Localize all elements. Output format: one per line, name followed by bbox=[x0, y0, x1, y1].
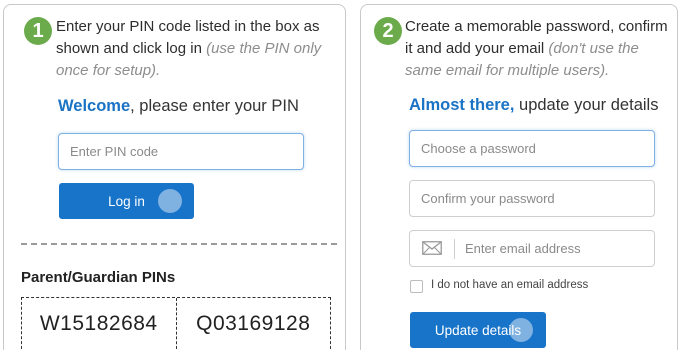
welcome-heading: Welcome, please enter your PIN bbox=[58, 97, 299, 116]
confirm-password-input[interactable]: Confirm your password bbox=[409, 180, 655, 217]
envelope-icon bbox=[422, 241, 442, 255]
email-placeholder: Enter email address bbox=[465, 241, 581, 256]
welcome-heading-text: , please enter your PIN bbox=[130, 97, 299, 115]
confirm-password-placeholder: Confirm your password bbox=[421, 191, 555, 206]
welcome-heading-accent: Welcome bbox=[58, 97, 131, 115]
pin-cell: W15182684 bbox=[39, 311, 158, 335]
pin-code-input[interactable]: Enter PIN code bbox=[58, 133, 304, 170]
mouse-cursor-indicator bbox=[509, 318, 533, 342]
no-email-label: I do not have an email address bbox=[431, 279, 589, 291]
choose-password-input[interactable]: Choose a password bbox=[409, 130, 655, 167]
choose-password-placeholder: Choose a password bbox=[421, 141, 536, 156]
section-divider bbox=[21, 243, 337, 245]
no-email-checkbox[interactable] bbox=[410, 280, 423, 293]
login-button-label: Log in bbox=[108, 193, 145, 209]
mouse-cursor-indicator bbox=[158, 189, 182, 213]
login-button[interactable]: Log in bbox=[59, 183, 194, 219]
update-details-panel: 2 Create a memorable password, confirm i… bbox=[360, 4, 678, 350]
pin-code-placeholder: Enter PIN code bbox=[70, 144, 159, 159]
step-2-instructions: Create a memorable password, confirm it … bbox=[405, 16, 673, 82]
pins-section-title: Parent/Guardian PINs bbox=[21, 269, 176, 286]
almost-there-heading: Almost there, update your details bbox=[409, 96, 658, 115]
step-1-badge: 1 bbox=[24, 17, 52, 45]
update-details-button[interactable]: Update details bbox=[410, 312, 546, 348]
pin-cell: Q03169128 bbox=[175, 298, 331, 349]
almost-there-accent: Almost there, bbox=[409, 96, 515, 114]
email-input[interactable]: Enter email address bbox=[409, 230, 655, 267]
step-2-badge: 2 bbox=[374, 17, 402, 45]
pin-table: W15182684 Q03169128 bbox=[21, 297, 331, 349]
almost-there-text: update your details bbox=[514, 96, 659, 114]
step-1-instructions: Enter your PIN code listed in the box as… bbox=[56, 16, 338, 82]
email-icon-divider bbox=[454, 239, 455, 259]
pin-login-panel: 1 Enter your PIN code listed in the box … bbox=[3, 4, 346, 350]
